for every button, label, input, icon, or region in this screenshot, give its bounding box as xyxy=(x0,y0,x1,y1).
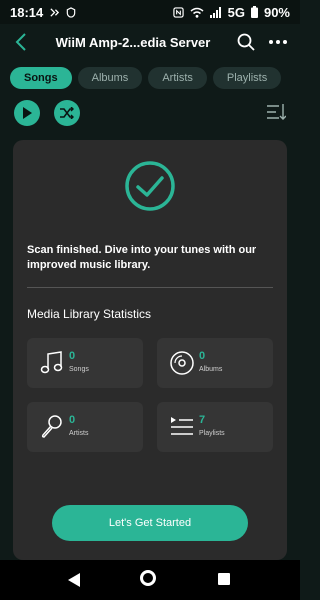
stat-albums: 0 Albums xyxy=(157,338,273,388)
stat-songs: 0 Songs xyxy=(27,338,143,388)
stat-artists: 0 Artists xyxy=(27,402,143,452)
nav-home-icon[interactable] xyxy=(140,570,156,586)
stat-albums-label: Albums xyxy=(199,366,223,373)
app-header: WiiM Amp-2...edia Server xyxy=(0,24,300,60)
back-arrow-icon[interactable] xyxy=(10,32,32,52)
stat-songs-label: Songs xyxy=(69,366,89,373)
battery-level: 90% xyxy=(263,4,290,20)
shuffle-icon xyxy=(60,107,74,119)
search-icon[interactable] xyxy=(234,30,258,54)
sort-icon[interactable] xyxy=(266,103,286,121)
tab-songs[interactable]: Songs xyxy=(10,67,72,89)
music-note-icon xyxy=(40,351,63,374)
tab-artists[interactable]: Artists xyxy=(148,67,207,89)
stat-songs-count: 0 xyxy=(69,350,76,362)
more-icon[interactable] xyxy=(266,30,290,54)
status-bar: 18:14 5G 90% xyxy=(0,0,300,24)
battery-icon xyxy=(250,6,258,18)
microphone-icon xyxy=(41,415,62,438)
wifi-icon xyxy=(190,7,204,18)
shuffle-button[interactable] xyxy=(54,100,80,126)
play-all-button[interactable] xyxy=(14,100,40,126)
stat-playlists-count: 7 xyxy=(199,414,206,426)
nav-back-icon[interactable] xyxy=(68,573,80,587)
tab-playlists[interactable]: Playlists xyxy=(212,67,282,89)
stats-title: Media Library Statistics xyxy=(27,307,152,321)
scan-finished-message: Scan finished. Dive into your tunes with… xyxy=(27,244,257,271)
disc-icon xyxy=(170,351,194,375)
scan-complete-dialog: Scan finished. Dive into your tunes with… xyxy=(13,140,287,560)
stat-albums-count: 0 xyxy=(199,350,206,362)
page-title: WiiM Amp-2...edia Server xyxy=(55,34,211,50)
nav-recents-icon[interactable] xyxy=(218,573,230,585)
playback-controls xyxy=(14,100,286,126)
get-started-button[interactable]: Let's Get Started xyxy=(52,505,248,541)
network-type: 5G xyxy=(227,4,245,20)
shield-icon xyxy=(66,6,76,18)
stat-artists-count: 0 xyxy=(69,414,76,426)
category-tabs: Songs Albums Artists Playlists xyxy=(10,67,300,91)
cell-signal-icon xyxy=(209,6,221,18)
stat-artists-label: Artists xyxy=(69,430,89,437)
nfc-icon xyxy=(172,6,184,18)
divider xyxy=(27,287,273,288)
check-circle-icon xyxy=(125,161,175,211)
system-nav-bar xyxy=(0,560,300,600)
status-time: 18:14 xyxy=(10,4,44,20)
stat-playlists-label: Playlists xyxy=(199,430,225,437)
tab-albums[interactable]: Albums xyxy=(77,67,143,89)
playlist-icon xyxy=(171,417,193,435)
play-icon xyxy=(23,107,32,119)
stat-playlists: 7 Playlists xyxy=(157,402,273,452)
notification-icon xyxy=(50,7,60,17)
